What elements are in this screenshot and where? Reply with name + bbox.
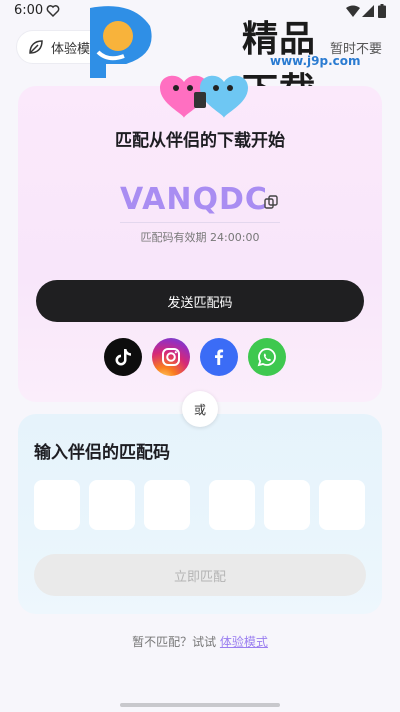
instagram-icon bbox=[162, 348, 180, 366]
tiktok-share-button[interactable] bbox=[104, 338, 142, 376]
or-label: 或 bbox=[193, 402, 206, 417]
code-digit-3[interactable] bbox=[144, 480, 190, 530]
pairing-code-validity: 匹配码有效期 24:00:00 bbox=[140, 231, 260, 244]
or-divider: 或 bbox=[182, 391, 218, 427]
input-code-title: 输入伴侣的匹配码 bbox=[34, 443, 170, 463]
copy-icon[interactable] bbox=[264, 195, 278, 209]
signal-icon bbox=[362, 5, 374, 17]
facebook-icon bbox=[215, 349, 224, 365]
send-code-button[interactable]: 发送匹配码 bbox=[36, 280, 364, 322]
trial-mode-link[interactable]: 体验模式 bbox=[220, 635, 268, 649]
heart-icon bbox=[46, 5, 60, 18]
footer-text: 暂不匹配？试试 体验模式 bbox=[0, 633, 400, 650]
code-digit-2[interactable] bbox=[89, 480, 135, 530]
gesture-nav-bar[interactable] bbox=[120, 703, 280, 707]
status-time: 6:00 bbox=[14, 3, 44, 18]
whatsapp-icon bbox=[257, 348, 276, 367]
tiktok-icon bbox=[115, 349, 131, 366]
wifi-icon bbox=[346, 5, 360, 17]
leaf-icon bbox=[29, 40, 43, 54]
code-digit-1[interactable] bbox=[34, 480, 80, 530]
couple-mascot-icon bbox=[160, 75, 248, 118]
facebook-share-button[interactable] bbox=[200, 338, 238, 376]
code-digit-5[interactable] bbox=[264, 480, 310, 530]
whatsapp-share-button[interactable] bbox=[248, 338, 286, 376]
code-digit-4[interactable] bbox=[209, 480, 255, 530]
pairing-code-divider bbox=[120, 222, 280, 223]
battery-icon bbox=[378, 4, 386, 18]
footer-prefix: 暂不匹配？试试 bbox=[132, 635, 220, 649]
match-now-button[interactable]: 立即匹配 bbox=[34, 554, 366, 596]
pairing-title: 匹配从伴侣的下载开始 bbox=[115, 131, 285, 151]
pairing-code: VANQDC bbox=[120, 182, 268, 217]
instagram-share-button[interactable] bbox=[152, 338, 190, 376]
watermark-url: www.j9p.com bbox=[270, 54, 361, 68]
code-digit-6[interactable] bbox=[319, 480, 365, 530]
